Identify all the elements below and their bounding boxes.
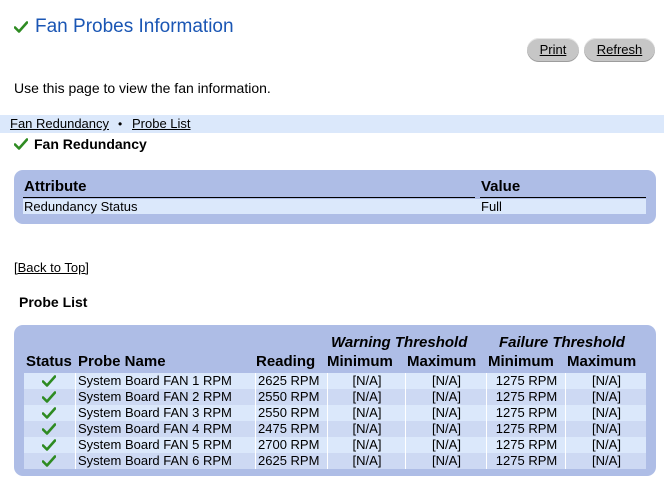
- failure-maximum-column-header: Maximum: [567, 353, 637, 370]
- warning-minimum-cell: [N/A]: [327, 373, 406, 389]
- page-title-text: Fan Probes Information: [35, 16, 234, 37]
- warning-minimum-cell: [N/A]: [327, 405, 406, 421]
- failure-minimum-cell: 1275 RPM: [486, 405, 566, 421]
- reading-cell: 2550 RPM: [255, 389, 330, 405]
- table-row: System Board FAN 1 RPM 2625 RPM [N/A] [N/A]…: [24, 373, 646, 389]
- failure-minimum-cell: 1275 RPM: [486, 373, 566, 389]
- value-column-header: Value: [481, 178, 521, 195]
- redundancy-status-label: Redundancy Status: [24, 199, 138, 214]
- reading-cell: 2550 RPM: [255, 405, 330, 421]
- table-row: System Board FAN 2 RPM 2550 RPM [N/A] [N/A]…: [24, 389, 646, 405]
- header-underline: [23, 197, 475, 198]
- warning-minimum-column-header: Minimum: [327, 353, 393, 370]
- breadcrumb-separator: •: [118, 117, 123, 131]
- warning-minimum-cell: [N/A]: [327, 437, 406, 453]
- failure-minimum-cell: 1275 RPM: [486, 453, 566, 469]
- reading-column-header: Reading: [256, 353, 316, 370]
- breadcrumb: Fan Redundancy • Probe List: [0, 115, 664, 133]
- probe-table: Warning Threshold Failure Threshold Stat…: [14, 325, 656, 476]
- status-column-header: Status: [26, 353, 72, 370]
- table-row: System Board FAN 5 RPM 2700 RPM [N/A] [N/A]…: [24, 437, 646, 453]
- failure-minimum-column-header: Minimum: [488, 353, 554, 370]
- reading-cell: 2625 RPM: [255, 453, 330, 469]
- warning-minimum-cell: [N/A]: [327, 453, 406, 469]
- reading-cell: 2475 RPM: [255, 421, 330, 437]
- probe-name-cell: System Board FAN 2 RPM: [75, 389, 258, 405]
- failure-maximum-cell: [N/A]: [565, 373, 647, 389]
- warning-threshold-header: Warning Threshold: [331, 334, 468, 351]
- check-icon: [14, 21, 28, 33]
- probe-name-cell: System Board FAN 3 RPM: [75, 405, 258, 421]
- intro-text: Use this page to view the fan informatio…: [14, 80, 271, 96]
- warning-maximum-cell: [N/A]: [405, 389, 487, 405]
- warning-minimum-cell: [N/A]: [327, 389, 406, 405]
- redundancy-status-value: Full: [481, 199, 502, 214]
- probe-name-column-header: Probe Name: [78, 353, 166, 370]
- attribute-column-header: Attribute: [24, 178, 87, 195]
- failure-maximum-cell: [N/A]: [565, 421, 647, 437]
- failure-maximum-cell: [N/A]: [565, 437, 647, 453]
- warning-maximum-cell: [N/A]: [405, 421, 487, 437]
- warning-maximum-cell: [N/A]: [405, 437, 487, 453]
- failure-minimum-cell: 1275 RPM: [486, 421, 566, 437]
- ok-check-icon: [41, 455, 58, 471]
- failure-minimum-cell: 1275 RPM: [486, 437, 566, 453]
- failure-maximum-cell: [N/A]: [565, 453, 647, 469]
- table-row: System Board FAN 3 RPM 2550 RPM [N/A] [N/A]…: [24, 405, 646, 421]
- reading-cell: 2625 RPM: [255, 373, 330, 389]
- failure-threshold-header: Failure Threshold: [499, 334, 625, 351]
- probe-list-heading: Probe List: [19, 294, 88, 310]
- warning-maximum-cell: [N/A]: [405, 453, 487, 469]
- header-underline: [480, 197, 646, 198]
- breadcrumb-probe-list-link[interactable]: Probe List: [132, 115, 191, 133]
- back-to-top-link[interactable]: [Back to Top]: [14, 260, 89, 275]
- fan-redundancy-heading: Fan Redundancy: [14, 134, 147, 154]
- probe-name-cell: System Board FAN 6 RPM: [75, 453, 258, 469]
- print-button[interactable]: Print: [527, 38, 579, 62]
- table-row: System Board FAN 4 RPM 2475 RPM [N/A] [N/A]…: [24, 421, 646, 437]
- probe-name-cell: System Board FAN 4 RPM: [75, 421, 258, 437]
- fan-redundancy-heading-text: Fan Redundancy: [34, 136, 147, 152]
- probe-name-cell: System Board FAN 5 RPM: [75, 437, 258, 453]
- failure-maximum-cell: [N/A]: [565, 389, 647, 405]
- warning-maximum-cell: [N/A]: [405, 373, 487, 389]
- table-row: Redundancy Status Full: [23, 199, 646, 214]
- failure-maximum-cell: [N/A]: [565, 405, 647, 421]
- reading-cell: 2700 RPM: [255, 437, 330, 453]
- warning-maximum-column-header: Maximum: [407, 353, 477, 370]
- redundancy-table: Attribute Value Redundancy Status Full: [14, 170, 656, 224]
- probe-name-cell: System Board FAN 1 RPM: [75, 373, 258, 389]
- warning-minimum-cell: [N/A]: [327, 421, 406, 437]
- failure-minimum-cell: 1275 RPM: [486, 389, 566, 405]
- check-icon: [14, 138, 28, 150]
- warning-maximum-cell: [N/A]: [405, 405, 487, 421]
- refresh-button[interactable]: Refresh: [584, 38, 655, 62]
- table-row: System Board FAN 6 RPM 2625 RPM [N/A] [N/A]…: [24, 453, 646, 469]
- back-to-top: [Back to Top]: [14, 260, 89, 275]
- breadcrumb-fan-redundancy-link[interactable]: Fan Redundancy: [10, 115, 109, 133]
- page-title: Fan Probes Information: [14, 15, 234, 39]
